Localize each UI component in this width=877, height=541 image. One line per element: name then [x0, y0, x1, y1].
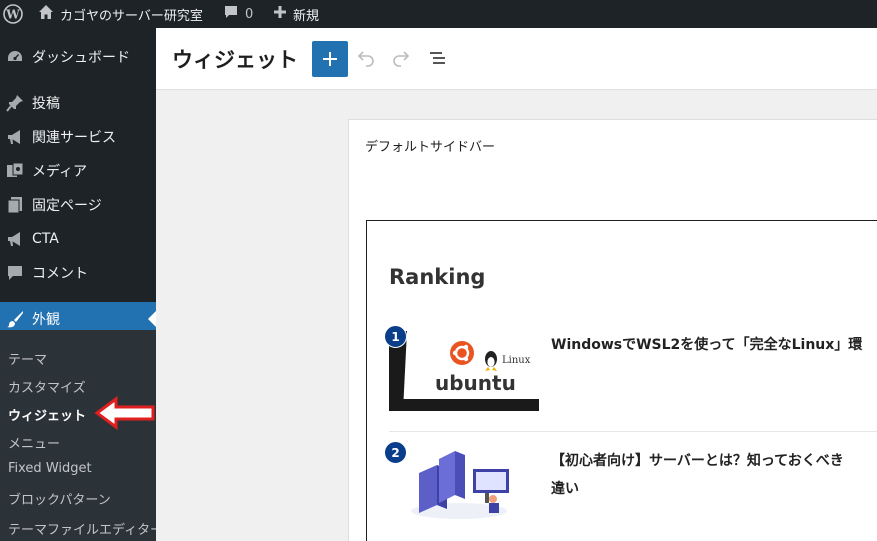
widget-area-title: デフォルトサイドバー — [365, 140, 496, 155]
list-view-icon — [430, 52, 445, 64]
sidebar-item-label: 固定ページ — [32, 198, 102, 214]
comment-count: 0 — [245, 6, 254, 22]
ubuntu-thumbnail: ubuntu Linux — [389, 331, 539, 411]
redo-button[interactable] — [388, 45, 414, 71]
add-block-button[interactable] — [312, 41, 348, 77]
sidebar-item-pages[interactable]: 固定ページ — [0, 188, 156, 222]
new-content-link[interactable]: 新規 — [273, 0, 319, 28]
megaphone-icon — [5, 127, 25, 147]
submenu-item-theme-file-editor[interactable]: テーマファイルエディター — [8, 519, 163, 538]
svg-text:W: W — [5, 8, 20, 22]
sidebar-item-dashboard[interactable]: ダッシュボード — [0, 40, 156, 74]
submenu-item-themes[interactable]: テーマ — [8, 349, 47, 368]
active-indicator — [148, 311, 156, 327]
admin-bar: W カゴヤのサーバー研究室 0 新規 — [0, 0, 877, 28]
wordpress-logo-icon[interactable]: W — [3, 0, 25, 28]
sidebar-item-label: CTA — [32, 231, 59, 247]
editor-header: ウィジェット — [156, 28, 877, 90]
page-title: ウィジェット — [172, 48, 298, 72]
sidebar-item-related-services[interactable]: 関連サービス — [0, 120, 156, 154]
sidebar-item-posts[interactable]: 投稿 — [0, 86, 156, 120]
sidebar-item-comments[interactable]: コメント — [0, 256, 156, 290]
plus-icon — [323, 52, 337, 66]
rank-badge: 2 — [384, 441, 407, 464]
editor-canvas: デフォルトサイドバー Ranking 1 ubuntu Linux Window… — [156, 90, 877, 541]
dashboard-icon — [5, 47, 25, 67]
media-icon — [5, 161, 25, 181]
widget-area-panel[interactable]: デフォルトサイドバー Ranking 1 ubuntu Linux Window… — [348, 119, 877, 541]
comment-icon — [5, 263, 25, 283]
admin-sidebar: ダッシュボード 投稿 関連サービス メディア 固定ページ CTA コメント 外観… — [0, 28, 163, 541]
sidebar-item-label: メディア — [32, 164, 88, 180]
ranking-block[interactable]: Ranking 1 ubuntu Linux WindowsでWSL2を使って「… — [366, 220, 877, 541]
ranking-item-title-line2[interactable]: 違い — [551, 475, 877, 503]
submenu-item-block-patterns[interactable]: ブロックパターン — [8, 489, 111, 508]
ranking-heading: Ranking — [389, 265, 486, 289]
comments-link[interactable]: 0 — [223, 0, 253, 28]
megaphone-icon — [5, 229, 25, 249]
list-view-button[interactable] — [425, 45, 451, 71]
sidebar-item-label: 関連サービス — [32, 130, 116, 146]
home-icon — [38, 4, 54, 24]
submenu-item-customize[interactable]: カスタマイズ — [8, 377, 86, 396]
site-name: カゴヤのサーバー研究室 — [60, 8, 203, 24]
submenu-item-fixed-widget[interactable]: Fixed Widget — [8, 461, 92, 476]
rank-badge: 1 — [384, 325, 407, 348]
plus-icon — [273, 5, 287, 23]
red-arrow-annotation — [94, 396, 156, 434]
server-illustration-thumbnail — [389, 447, 539, 527]
divider — [389, 431, 877, 432]
redo-icon — [393, 51, 410, 67]
new-label: 新規 — [293, 8, 320, 24]
sidebar-item-label: ダッシュボード — [32, 50, 130, 66]
site-name-link[interactable]: カゴヤのサーバー研究室 — [38, 0, 203, 28]
thumbnail-subcaption: Linux — [502, 355, 531, 366]
undo-icon — [357, 51, 374, 67]
sidebar-item-cta[interactable]: CTA — [0, 222, 156, 256]
submenu-item-widgets[interactable]: ウィジェット — [8, 405, 86, 424]
pin-icon — [5, 93, 25, 113]
undo-button[interactable] — [353, 45, 379, 71]
sidebar-item-label: コメント — [32, 266, 88, 282]
sidebar-item-label: 外観 — [32, 312, 60, 328]
ranking-item-title[interactable]: 【初心者向け】サーバーとは？知っておくべき — [551, 447, 877, 475]
submenu-item-menus[interactable]: メニュー — [8, 433, 60, 452]
page-icon — [5, 195, 25, 215]
ranking-item-title[interactable]: WindowsでWSL2を使って「完全なLinux」環 — [551, 331, 877, 359]
appearance-submenu: テーマ カスタマイズ ウィジェット メニュー Fixed Widget ブロック… — [0, 330, 163, 541]
thumbnail-caption: ubuntu — [435, 371, 516, 395]
brush-icon — [5, 309, 25, 329]
comment-icon — [223, 4, 239, 24]
sidebar-item-label: 投稿 — [32, 96, 60, 112]
sidebar-item-media[interactable]: メディア — [0, 154, 156, 188]
